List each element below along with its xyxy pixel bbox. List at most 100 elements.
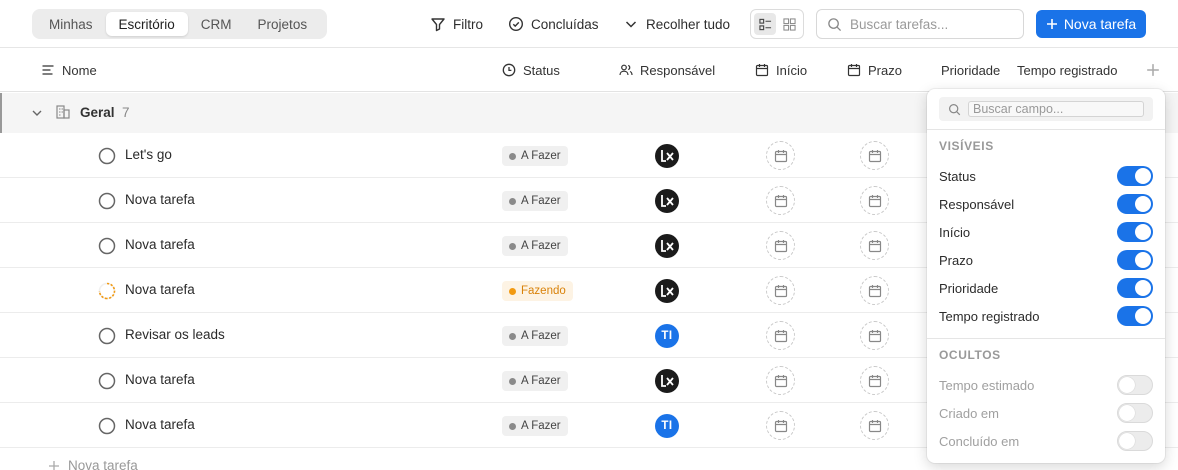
field-toggle-row: Responsável xyxy=(939,193,1153,215)
todo-circle-icon[interactable] xyxy=(98,147,116,165)
divider xyxy=(927,338,1165,339)
tab-minhas[interactable]: Minhas xyxy=(36,12,106,36)
status-dot xyxy=(509,332,516,340)
task-name[interactable]: Nova tarefa xyxy=(125,237,195,252)
status-badge[interactable]: A Fazer xyxy=(502,236,568,256)
avatar[interactable] xyxy=(655,189,679,213)
field-toggle[interactable] xyxy=(1117,166,1153,186)
due-date-picker[interactable] xyxy=(860,366,889,395)
top-bar: Minhas Escritório CRM Projetos Filtro Co… xyxy=(0,0,1178,48)
task-name[interactable]: Nova tarefa xyxy=(125,192,195,207)
column-time-label: Tempo registrado xyxy=(1017,62,1118,78)
list-view-button[interactable] xyxy=(754,13,776,35)
chevron-down-icon[interactable] xyxy=(30,106,44,120)
start-date-picker[interactable] xyxy=(766,141,795,170)
field-toggle[interactable] xyxy=(1117,375,1153,395)
field-label: Prioridade xyxy=(939,280,999,296)
avatar[interactable] xyxy=(655,279,679,303)
new-task-label: Nova tarefa xyxy=(1063,16,1137,32)
field-toggle[interactable] xyxy=(1117,403,1153,423)
todo-circle-icon[interactable] xyxy=(98,417,116,435)
start-date-picker[interactable] xyxy=(766,321,795,350)
view-toggle xyxy=(750,9,804,39)
start-date-picker[interactable] xyxy=(766,276,795,305)
field-toggle[interactable] xyxy=(1117,222,1153,242)
due-date-picker[interactable] xyxy=(860,276,889,305)
tab-projetos[interactable]: Projetos xyxy=(245,12,321,36)
due-date-picker[interactable] xyxy=(860,231,889,260)
status-dot xyxy=(509,287,516,295)
field-toggle[interactable] xyxy=(1117,250,1153,270)
todo-circle-icon[interactable] xyxy=(98,192,116,210)
status-dot xyxy=(509,152,516,160)
task-name[interactable]: Nova tarefa xyxy=(125,372,195,387)
column-assignee[interactable]: Responsável xyxy=(619,48,715,92)
column-status[interactable]: Status xyxy=(502,48,560,92)
task-name[interactable]: Revisar os leads xyxy=(125,327,225,342)
search-icon xyxy=(949,103,961,115)
tab-escritorio[interactable]: Escritório xyxy=(105,12,188,36)
task-name[interactable]: Nova tarefa xyxy=(125,417,195,432)
todo-circle-icon[interactable] xyxy=(98,327,116,345)
toggle-knob xyxy=(1119,405,1135,421)
avatar[interactable]: TI xyxy=(655,414,679,438)
filter-button[interactable]: Filtro xyxy=(430,13,483,35)
status-badge[interactable]: A Fazer xyxy=(502,146,568,166)
due-date-picker[interactable] xyxy=(860,186,889,215)
start-date-picker[interactable] xyxy=(766,411,795,440)
column-header: Nome Status Responsável Início Prazo Pri… xyxy=(0,48,1178,92)
in-progress-circle-icon[interactable] xyxy=(98,282,116,300)
column-priority[interactable]: Prioridade xyxy=(941,48,1000,92)
status-badge[interactable]: A Fazer xyxy=(502,326,568,346)
calendar-icon xyxy=(868,374,881,387)
new-task-button[interactable]: Nova tarefa xyxy=(1036,10,1146,38)
todo-circle-icon[interactable] xyxy=(98,372,116,390)
column-due[interactable]: Prazo xyxy=(847,48,902,92)
start-date-picker[interactable] xyxy=(766,231,795,260)
divider xyxy=(927,129,1165,130)
calendar-icon xyxy=(774,239,787,252)
todo-circle-icon[interactable] xyxy=(98,237,116,255)
status-badge[interactable]: Fazendo xyxy=(502,281,573,301)
calendar-icon xyxy=(868,194,881,207)
field-toggle[interactable] xyxy=(1117,194,1153,214)
workspace-tabs: Minhas Escritório CRM Projetos xyxy=(32,9,327,39)
field-toggle[interactable] xyxy=(1117,278,1153,298)
avatar[interactable]: TI xyxy=(655,324,679,348)
task-search xyxy=(816,9,1024,39)
column-name[interactable]: Nome xyxy=(41,48,97,92)
company-logo-icon xyxy=(661,285,674,297)
start-date-picker[interactable] xyxy=(766,186,795,215)
status-badge[interactable]: A Fazer xyxy=(502,191,568,211)
calendar-icon xyxy=(868,284,881,297)
start-date-picker[interactable] xyxy=(766,366,795,395)
avatar[interactable] xyxy=(655,234,679,258)
column-start[interactable]: Início xyxy=(755,48,807,92)
task-name[interactable]: Let's go xyxy=(125,147,172,162)
calendar-icon xyxy=(755,64,769,77)
collapse-all-button[interactable]: Recolher tudo xyxy=(623,13,730,35)
add-task-row[interactable]: Nova tarefa xyxy=(48,458,138,470)
field-toggle[interactable] xyxy=(1117,431,1153,451)
status-badge[interactable]: A Fazer xyxy=(502,416,568,436)
column-priority-label: Prioridade xyxy=(941,62,1001,78)
field-label: Responsável xyxy=(939,196,1015,212)
board-view-button[interactable] xyxy=(778,13,800,35)
task-search-input[interactable] xyxy=(850,16,1010,32)
chevron-down-icon xyxy=(625,21,637,28)
due-date-picker[interactable] xyxy=(860,411,889,440)
column-time[interactable]: Tempo registrado xyxy=(1017,48,1117,92)
avatar[interactable] xyxy=(655,144,679,168)
due-date-picker[interactable] xyxy=(860,141,889,170)
task-name[interactable]: Nova tarefa xyxy=(125,282,195,297)
avatar[interactable] xyxy=(655,369,679,393)
status-badge[interactable]: A Fazer xyxy=(502,371,568,391)
field-label: Criado em xyxy=(939,405,999,421)
filter-icon xyxy=(431,18,445,32)
completed-button[interactable]: Concluídas xyxy=(508,13,599,35)
tab-crm[interactable]: CRM xyxy=(188,12,245,36)
due-date-picker[interactable] xyxy=(860,321,889,350)
add-column-button[interactable] xyxy=(1146,48,1160,92)
field-search-input[interactable]: Buscar campo... xyxy=(968,101,1144,117)
field-toggle[interactable] xyxy=(1117,306,1153,326)
